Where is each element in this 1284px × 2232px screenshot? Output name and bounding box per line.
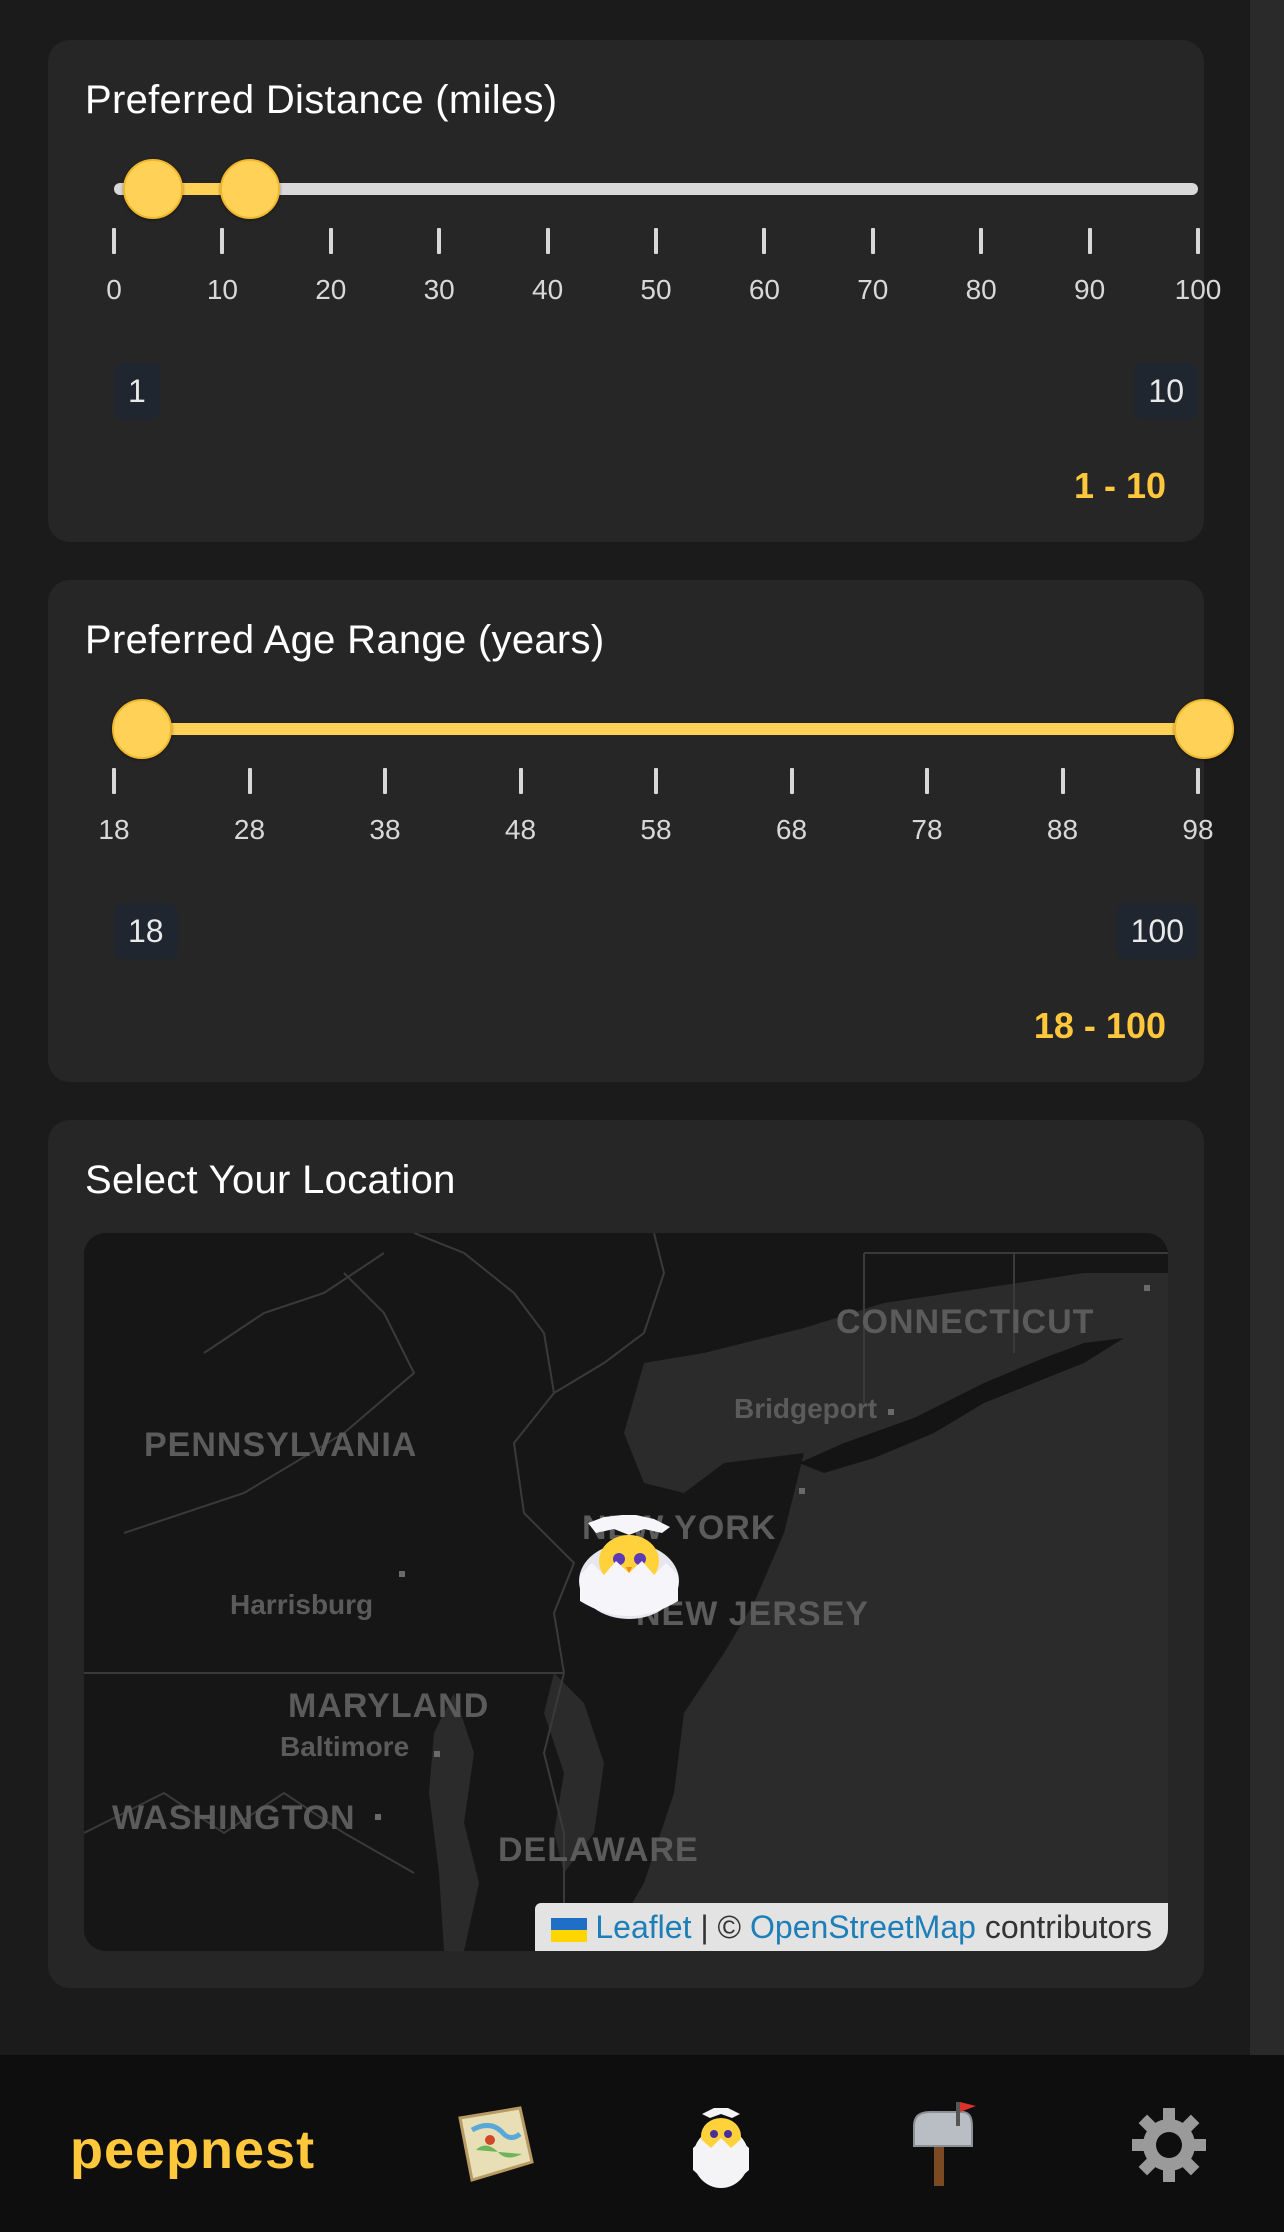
dist-tick-label: 90 (1074, 274, 1106, 305)
mailbox-icon[interactable] (900, 2100, 990, 2190)
age-tick-label: 68 (775, 814, 808, 845)
age-tick (925, 768, 929, 794)
age-tick-label: 88 (1046, 814, 1079, 845)
age-tick (518, 768, 523, 794)
age-max-value: 100 (1116, 903, 1198, 959)
distance-range-text: 1 - 10 (1073, 465, 1166, 506)
age-tick (1196, 768, 1200, 794)
dist-tick (545, 228, 550, 254)
age-tick (654, 768, 658, 794)
location-title: Select Your Location (85, 1158, 456, 1202)
dist-tick (1087, 228, 1092, 254)
ukraine-flag-icon (551, 1917, 588, 1942)
map-label-connecticut: CONNECTICUT (836, 1303, 1095, 1341)
map-scroll-icon[interactable] (450, 2100, 540, 2190)
age-min-value: 18 (114, 903, 178, 959)
age-min-thumb[interactable] (112, 699, 172, 759)
dist-tick (654, 228, 658, 254)
age-tick-label: 98 (1182, 814, 1214, 845)
leaflet-link[interactable]: Leaflet (595, 1909, 691, 1945)
dist-tick (328, 228, 333, 254)
map-label-pennsylvania: PENNSYLVANIA (144, 1426, 418, 1464)
age-tick (383, 768, 387, 794)
dist-tick-label: 0 (106, 274, 122, 305)
location-marker-chick-icon[interactable] (574, 1513, 684, 1623)
hatching-chick-icon[interactable] (676, 2100, 766, 2190)
dist-tick-label: 40 (532, 274, 564, 305)
dist-tick-label: 100 (1174, 274, 1222, 305)
location-map[interactable]: CONNECTICUT Bridgeport PENNSYLVANIA NEW … (84, 1233, 1168, 1951)
age-fill (114, 723, 1198, 735)
age-tick (112, 768, 116, 794)
dist-tick-label: 10 (206, 274, 238, 305)
map-label-bridgeport: Bridgeport (734, 1393, 878, 1424)
dist-tick-label: 70 (857, 274, 889, 305)
map-label-harrisburg: Harrisburg (230, 1589, 374, 1620)
age-tick-label: 78 (911, 814, 943, 845)
location-card: Select Your Location CONNECTICUT Bridgep… (48, 1120, 1204, 1988)
openstreetmap-link[interactable]: OpenStreetMap (750, 1909, 976, 1945)
age-tick (1060, 768, 1065, 794)
dist-tick-label: 60 (748, 274, 780, 305)
dist-tick (112, 228, 116, 254)
dist-tick (437, 228, 442, 254)
attribution-separator: | © (700, 1909, 742, 1945)
brand-logo[interactable]: peepnest (70, 2119, 315, 2181)
age-range-text: 18 - 100 (1033, 1005, 1166, 1046)
bottom-nav: peepnest (0, 2055, 1284, 2232)
map-label-baltimore: Baltimore (280, 1731, 410, 1762)
map-label-maryland: MARYLAND (288, 1687, 490, 1725)
dist-tick (870, 228, 875, 254)
distance-max-thumb[interactable] (220, 159, 281, 219)
dist-tick-label: 50 (640, 274, 672, 305)
attribution-contributors: contributors (984, 1909, 1152, 1945)
dist-tick-label: 20 (315, 274, 347, 305)
dist-tick (762, 228, 767, 254)
age-max-thumb[interactable] (1174, 699, 1234, 759)
age-title: Preferred Age Range (years) (85, 618, 605, 662)
distance-min-thumb[interactable] (122, 159, 183, 219)
age-tick-label: 58 (640, 814, 672, 845)
age-tick-label: 18 (98, 814, 130, 845)
map-label-washington: WASHINGTON (112, 1799, 356, 1837)
dist-tick (220, 228, 225, 254)
age-tick-label: 48 (504, 814, 537, 845)
distance-title: Preferred Distance (miles) (85, 78, 558, 122)
dist-tick (1196, 228, 1200, 254)
distance-min-value: 1 (114, 363, 160, 419)
distance-max-value: 10 (1134, 363, 1198, 419)
age-tick (247, 768, 252, 794)
age-tick-label: 38 (369, 814, 401, 845)
age-tick-label: 28 (233, 814, 266, 845)
map-label-delaware: DELAWARE (498, 1831, 699, 1869)
distance-card: Preferred Distance (miles) 0 10 20 30 40 50 60… (48, 40, 1221, 542)
age-card: Preferred Age Range (years) 18 28 38 48 58 68… (48, 580, 1234, 1082)
dist-tick (979, 228, 984, 254)
age-tick (789, 768, 794, 794)
map-attribution: Leaflet | © OpenStreetMap contributors (535, 1903, 1168, 1951)
dist-tick-label: 30 (423, 274, 455, 305)
gear-icon[interactable] (1124, 2100, 1214, 2190)
dist-tick-label: 80 (965, 274, 997, 305)
scrollbar-track[interactable] (1250, 0, 1284, 2055)
